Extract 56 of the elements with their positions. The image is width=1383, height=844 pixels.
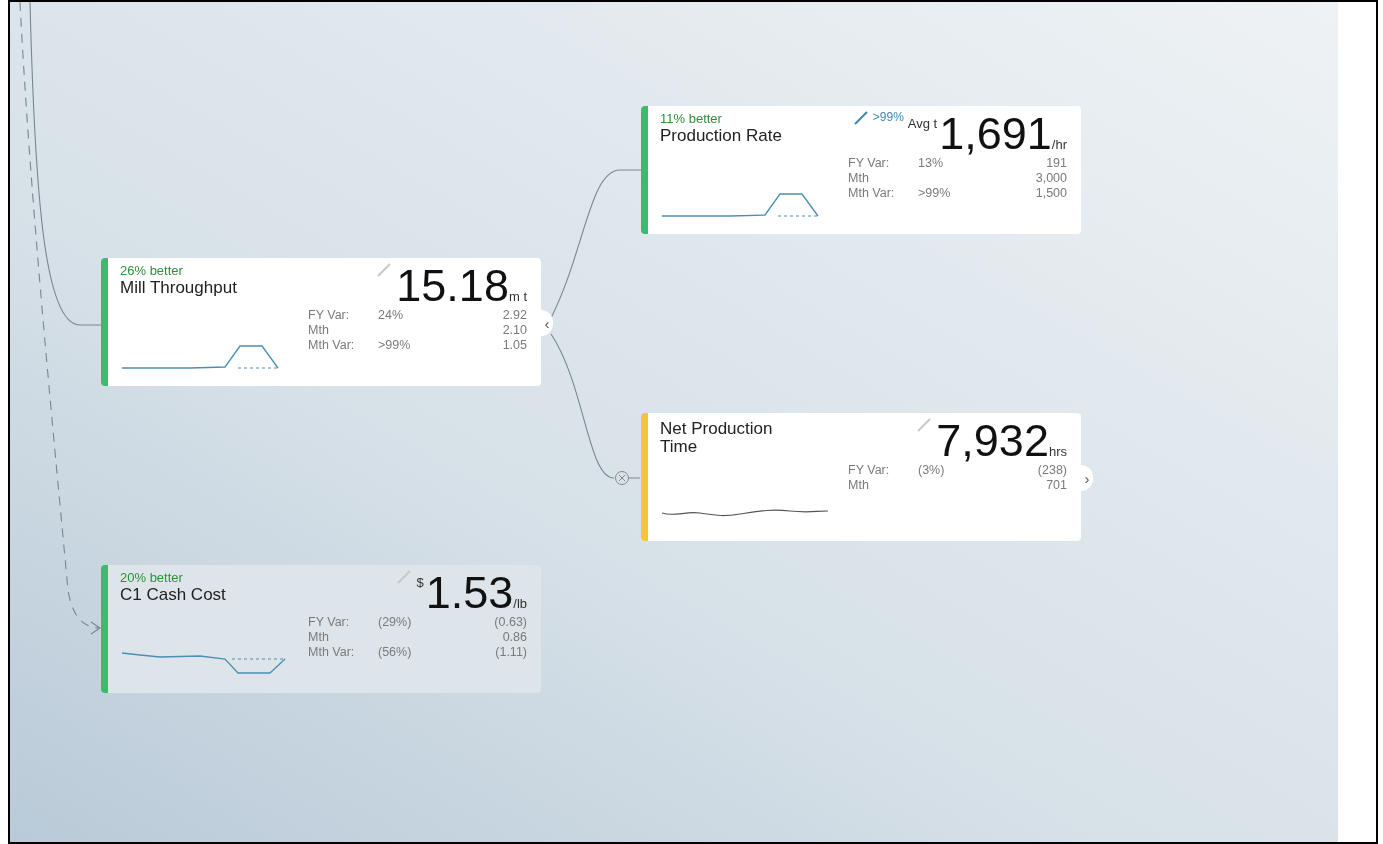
value-unit: hrs bbox=[1048, 444, 1067, 459]
kpi-title: Net Production Time bbox=[660, 420, 774, 456]
pencil-icon[interactable] bbox=[376, 262, 393, 278]
stat-value: 191 bbox=[1045, 156, 1067, 171]
target-text: >99% bbox=[872, 110, 904, 124]
stat-label: Mth bbox=[848, 171, 870, 186]
stat-percent: 24% bbox=[378, 308, 405, 323]
stat-value: 701 bbox=[1045, 478, 1067, 493]
pencil-icon[interactable] bbox=[916, 417, 933, 433]
kpi-title: Mill Throughput bbox=[120, 279, 238, 297]
kpi-title: C1 Cash Cost bbox=[120, 586, 227, 604]
toggle-button[interactable]: ‹ bbox=[541, 310, 553, 336]
stat-value: (0.63) bbox=[493, 615, 527, 630]
stat-label: Mth Var: bbox=[848, 186, 896, 201]
stat-label: Mth bbox=[308, 630, 330, 645]
value-prefix: $ bbox=[416, 575, 424, 590]
status-text: 11% better bbox=[660, 112, 723, 126]
stat-label: FY Var: bbox=[848, 463, 891, 478]
value-unit: m t bbox=[508, 289, 527, 304]
stat-label: FY Var: bbox=[308, 615, 351, 630]
stat-value: 1,500 bbox=[1034, 186, 1067, 201]
kpi-title: Production Rate bbox=[660, 127, 783, 145]
kpi-card[interactable]: 20% better C1 Cash Cost $1.53/lb FY Var: (29%) (0.63) Mth 0.86 Mth Var: (56%) (1.11) bbox=[101, 565, 541, 693]
stat-value: 2.10 bbox=[501, 323, 527, 338]
stat-label: Mth bbox=[848, 478, 870, 493]
stat-value: (238) bbox=[1036, 463, 1067, 478]
stat-value: 2.92 bbox=[501, 308, 527, 323]
status-text: 26% better bbox=[120, 264, 184, 278]
stat-value: (1.11) bbox=[494, 645, 527, 660]
pencil-icon[interactable] bbox=[852, 110, 869, 126]
stat-value: 3,000 bbox=[1034, 171, 1067, 186]
stat-percent: (29%) bbox=[378, 615, 413, 630]
stat-label: FY Var: bbox=[308, 308, 351, 323]
value-unit: /lb bbox=[513, 596, 527, 611]
kpi-value: 15.18 bbox=[396, 264, 509, 308]
stat-label: Mth Var: bbox=[308, 645, 356, 660]
kpi-value: 1,691 bbox=[939, 112, 1052, 156]
kpi-card[interactable]: 26% better Mill Throughput 15.18 m t FY Var: 24% 2.92 Mth 2.10 Mth Var: >99% 1.05 bbox=[101, 258, 541, 386]
stat-percent: (3%) bbox=[918, 463, 946, 478]
status-text: 20% better bbox=[120, 571, 184, 585]
toggle-button[interactable]: › bbox=[1081, 465, 1093, 491]
stat-label: Mth bbox=[308, 323, 330, 338]
stat-value: 1.05 bbox=[501, 338, 527, 353]
stat-percent: (56%) bbox=[378, 645, 413, 660]
stat-percent: 13% bbox=[918, 156, 945, 171]
kpi-value: 7,932 bbox=[936, 419, 1049, 463]
value-prefix: Avg t bbox=[907, 116, 938, 131]
value-unit: /hr bbox=[1051, 137, 1067, 152]
stat-label: Mth Var: bbox=[308, 338, 356, 353]
stat-percent: >99% bbox=[918, 186, 952, 201]
kpi-value: 1.53 bbox=[425, 571, 514, 615]
remove-link-icon[interactable] bbox=[615, 471, 641, 485]
stat-percent: >99% bbox=[378, 338, 412, 353]
kpi-card[interactable]: Net Production Time 7,932 hrs FY Var: (3%) (238) Mth 701 bbox=[641, 413, 1081, 541]
stat-value: 0.86 bbox=[501, 630, 527, 645]
stat-label: FY Var: bbox=[848, 156, 891, 171]
